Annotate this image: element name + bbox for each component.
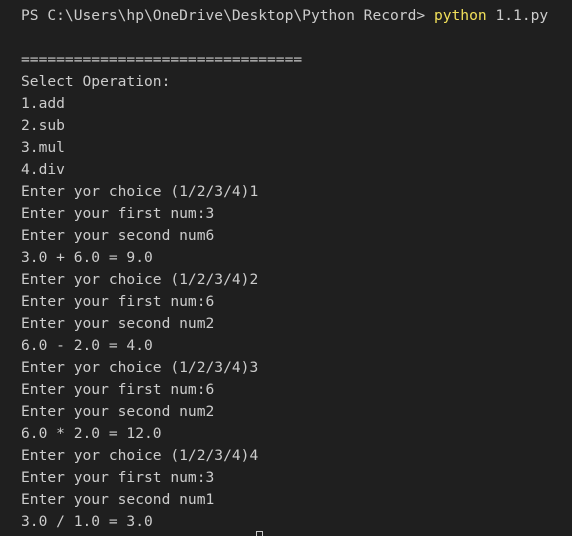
output-line: 3.0 + 6.0 = 9.0	[21, 249, 153, 266]
output-line: 3.mul	[21, 139, 65, 156]
output-line: Enter your first num:3	[21, 469, 215, 486]
output-line: Enter your first num:3	[21, 205, 215, 222]
output-line: Enter your second num2	[21, 403, 215, 420]
output-line: Enter your first num:6	[21, 293, 215, 310]
output-line: Enter yor choice (1/2/3/4)3	[21, 359, 259, 376]
output-line: Enter yor choice (1/2/3/4)2	[21, 271, 259, 288]
output-line: Enter your first num:6	[21, 381, 215, 398]
output-line: 3.0 / 1.0 = 3.0	[21, 513, 153, 530]
output-line: 2.sub	[21, 117, 65, 134]
output-line: Enter your second num6	[21, 227, 215, 244]
output-line: 6.0 - 2.0 = 4.0	[21, 337, 153, 354]
output-line: Enter your second num1	[21, 491, 215, 508]
prompt-command: python	[433, 7, 487, 24]
output-line: Enter your second num2	[21, 315, 215, 332]
prompt-line: PS C:\Users\hp\OneDrive\Desktop\Python R…	[21, 5, 572, 27]
output-line: 4.div	[21, 161, 65, 178]
prompt-args: 1.1.py	[486, 7, 549, 24]
prompt-path: PS C:\Users\hp\OneDrive\Desktop\Python R…	[21, 7, 434, 24]
terminal-output[interactable]: PS C:\Users\hp\OneDrive\Desktop\Python R…	[0, 0, 572, 536]
output-line: 6.0 * 2.0 = 12.0	[21, 425, 162, 442]
output-line: ================================	[21, 51, 303, 68]
output-line: Enter yor choice (1/2/3/4)4	[21, 447, 259, 464]
terminal-cursor	[256, 531, 263, 536]
output-line: Enter yor choice (1/2/3/4)1	[21, 183, 259, 200]
output-line: 1.add	[21, 95, 65, 112]
output-line: Select Operation:	[21, 73, 171, 90]
